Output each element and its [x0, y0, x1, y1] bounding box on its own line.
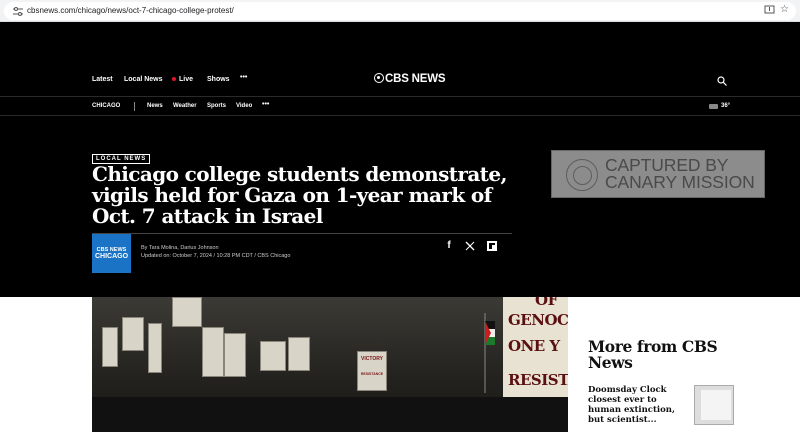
address-bar[interactable]: cbsnews.com/chicago/news/oct-7-chicago-c…: [4, 2, 796, 20]
related-story-link[interactable]: Doomsday Clock closest ever to human ext…: [588, 385, 688, 425]
flipboard-share-icon[interactable]: [487, 241, 497, 251]
subnav-item-news[interactable]: News: [147, 103, 163, 109]
article-headline: Chicago college students demonstrate, vi…: [92, 162, 507, 228]
updated-timestamp: Updated on: October 7, 2024 / 10:28 PM C…: [141, 253, 291, 259]
subnav-item-video[interactable]: Video: [236, 103, 252, 109]
url-text[interactable]: cbsnews.com/chicago/news/oct-7-chicago-c…: [27, 5, 234, 17]
weather-icon: [709, 104, 718, 109]
more-subnav-button[interactable]: •••: [262, 101, 269, 108]
victory-sign-text: VICTORY: [361, 356, 383, 362]
related-story-thumbnail[interactable]: [694, 385, 734, 425]
temperature[interactable]: 36°: [721, 103, 730, 109]
banner-line-4: RESISTA: [508, 371, 568, 389]
author-logo: CBS NEWS CHICAGO: [92, 234, 131, 273]
author-logo-line2: CHICAGO: [94, 253, 129, 260]
advertisement[interactable]: CAPTURED BY CANARY MISSION: [551, 150, 765, 198]
subnav-item-sports[interactable]: Sports: [207, 103, 226, 109]
ad-line-2: CANARY MISSION: [605, 172, 755, 192]
banner-line-3: ONE Y: [508, 337, 560, 355]
protest-sign: [260, 341, 286, 371]
more-from-title: More from CBS News: [588, 337, 718, 372]
facebook-share-icon[interactable]: f: [444, 241, 454, 251]
victory-sign: VICTORY RESISTANCE: [357, 351, 387, 391]
location-label[interactable]: CHICAGO: [92, 103, 120, 109]
byline: By Tara Molina, Darius Johnson: [141, 245, 219, 251]
nav-item-live-label: Live: [179, 76, 194, 83]
resistance-sign-text: RESISTANCE: [360, 372, 384, 376]
palestinian-flag: [484, 313, 495, 393]
page: cbsnews.com/chicago/news/oct-7-chicago-c…: [0, 0, 800, 432]
more-nav-button[interactable]: •••: [240, 74, 247, 81]
protest-sign: [122, 317, 144, 351]
site-settings-icon[interactable]: [13, 7, 23, 16]
nav-item-local-news[interactable]: Local News: [124, 76, 163, 83]
primary-nav: Latest Local News Live Shows ••• CBS NEW…: [0, 22, 800, 97]
canary-seal-icon: [566, 159, 598, 191]
article-photo[interactable]: VICTORY RESISTANCE OF GENOC ONE Y RESIST…: [92, 297, 568, 432]
protest-sign: [224, 333, 246, 377]
logo-text: CBS NEWS: [385, 73, 446, 85]
x-share-icon[interactable]: [465, 241, 475, 251]
banner-line-1: OF: [535, 297, 558, 309]
nav-item-latest[interactable]: Latest: [92, 76, 113, 83]
protest-sign: [202, 327, 224, 377]
ad-text: CAPTURED BY CANARY MISSION: [605, 156, 763, 192]
article-body: VICTORY RESISTANCE OF GENOC ONE Y RESIST…: [0, 297, 800, 432]
subnav-item-weather[interactable]: Weather: [173, 103, 197, 109]
search-icon[interactable]: [717, 76, 727, 86]
nav-item-live[interactable]: Live: [172, 76, 193, 83]
cbs-eye-icon: [374, 73, 384, 83]
protest-sign: [102, 327, 118, 367]
nav-divider: [134, 102, 135, 111]
cbs-news-logo[interactable]: CBS NEWS: [374, 73, 446, 87]
banner-line-2: GENOC: [508, 311, 568, 329]
install-app-icon[interactable]: [764, 4, 775, 15]
protest-sign: [172, 297, 202, 327]
secondary-nav: CHICAGO News Weather Sports Video ••• 36…: [0, 97, 800, 116]
crowd: [92, 397, 568, 432]
browser-toolbar: cbsnews.com/chicago/news/oct-7-chicago-c…: [0, 0, 800, 22]
bookmark-star-icon[interactable]: ☆: [779, 4, 790, 15]
live-dot-icon: [172, 77, 176, 82]
large-banner: OF GENOC ONE Y RESISTA: [503, 297, 568, 399]
nav-item-shows[interactable]: Shows: [207, 76, 230, 83]
doomsday-clock-image: [701, 390, 731, 420]
protest-sign: [288, 337, 310, 371]
divider: [92, 233, 512, 234]
protest-sign: [148, 323, 162, 373]
